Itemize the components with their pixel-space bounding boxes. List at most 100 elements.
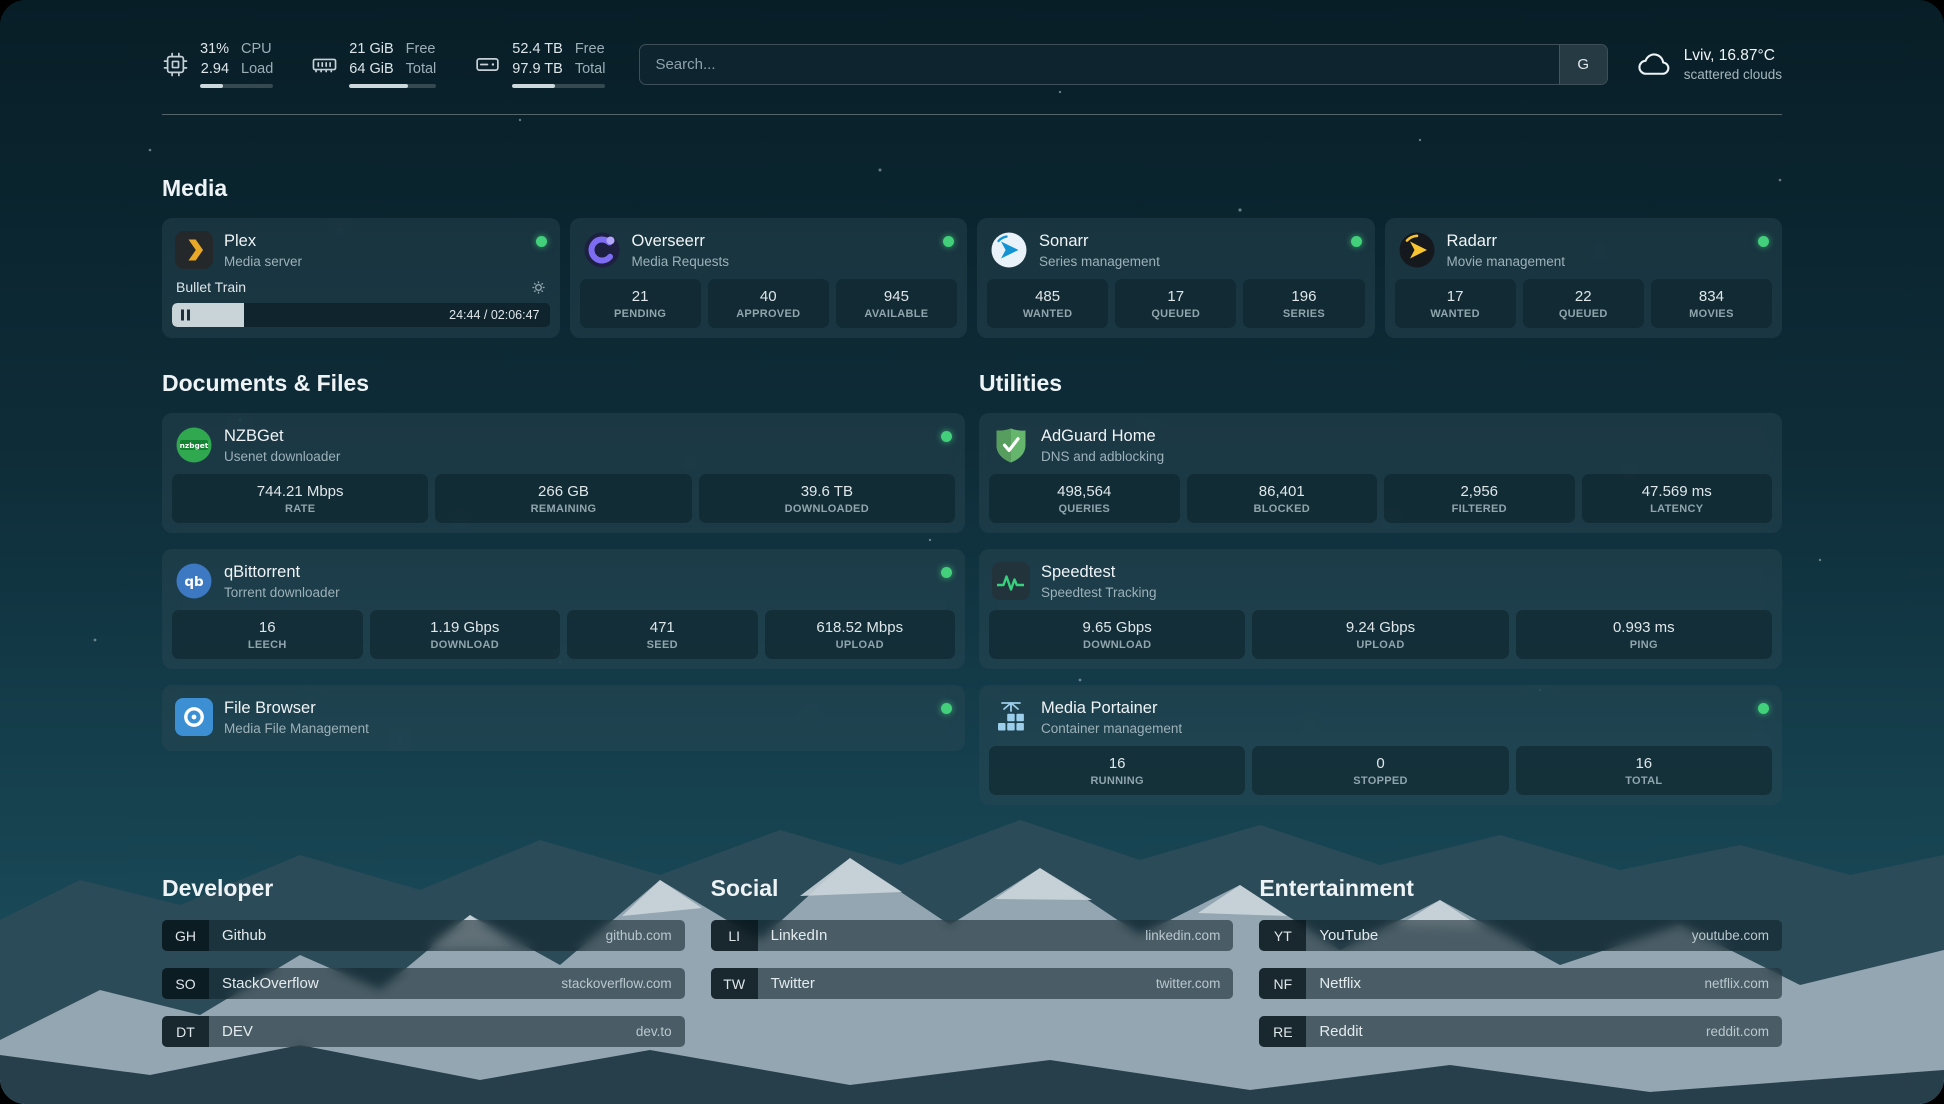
section-title-social: Social <box>711 875 1234 902</box>
pause-button[interactable] <box>181 310 190 321</box>
stat-queued: 17 QUEUED <box>1115 279 1236 328</box>
section-title-documents: Documents & Files <box>162 370 965 397</box>
service-header: Speedtest Speedtest Tracking <box>989 559 1772 610</box>
status-dot <box>941 431 952 442</box>
plex-icon <box>175 231 213 269</box>
stat-label: PENDING <box>582 308 699 320</box>
stat-value: 485 <box>989 288 1106 305</box>
section-title-entertainment: Entertainment <box>1259 875 1782 902</box>
disk-icon <box>474 51 501 78</box>
service-card-sonarr[interactable]: Sonarr Series management 485 WANTED 17 Q… <box>977 218 1375 338</box>
memory-free-label: Free <box>406 40 437 60</box>
stat-value: 2,956 <box>1386 483 1573 500</box>
dashboard-screen: 31% 2.94 CPU Load <box>0 0 1944 1104</box>
stat-pending: 21 PENDING <box>580 279 701 328</box>
bookmark-stackoverflow[interactable]: SO StackOverflow stackoverflow.com <box>162 968 685 999</box>
stat-value: 744.21 Mbps <box>174 483 426 500</box>
utilities-section: Utilities AdGuard Home DNS and adblockin… <box>979 338 1782 805</box>
service-text: Radarr Movie management <box>1447 231 1566 269</box>
overseerr-icon <box>583 231 621 269</box>
service-card-portainer[interactable]: Media Portainer Container management 16 … <box>979 685 1782 805</box>
bookmark-domain: github.com <box>593 928 685 943</box>
service-name: qBittorrent <box>224 562 340 583</box>
service-name: AdGuard Home <box>1041 426 1164 447</box>
bookmarks-section: Developer GH Github github.com SO StackO… <box>162 875 1782 1047</box>
bookmark-domain: youtube.com <box>1679 928 1782 943</box>
stat-value: 471 <box>569 619 756 636</box>
service-name: Sonarr <box>1039 231 1160 252</box>
gear-icon[interactable] <box>531 280 546 295</box>
bookmark-netflix[interactable]: NF Netflix netflix.com <box>1259 968 1782 999</box>
stat-rate: 744.21 Mbps RATE <box>172 474 428 523</box>
bookmark-domain: stackoverflow.com <box>548 976 684 991</box>
service-card-plex[interactable]: Plex Media server Bullet Train 24:44 / 0 <box>162 218 560 338</box>
service-stats: 16 RUNNING 0 STOPPED 16 TOTAL <box>989 746 1772 795</box>
search-bar: G <box>639 44 1607 85</box>
service-stats: 9.65 Gbps DOWNLOAD 9.24 Gbps UPLOAD 0.99… <box>989 610 1772 659</box>
service-subtitle: Container management <box>1041 721 1182 736</box>
service-header: Overseerr Media Requests <box>580 228 958 279</box>
service-stats: 17 WANTED 22 QUEUED 834 MOVIES <box>1395 279 1773 328</box>
cpu-usage-label: CPU <box>241 40 273 60</box>
pause-icon <box>181 310 190 321</box>
stat-value: 498,564 <box>991 483 1178 500</box>
service-header: Sonarr Series management <box>987 228 1365 279</box>
stat-label: TOTAL <box>1518 775 1770 787</box>
cpu-widget: 31% 2.94 CPU Load <box>162 40 273 88</box>
bookmark-dev[interactable]: DT DEV dev.to <box>162 1016 685 1047</box>
service-name: Media Portainer <box>1041 698 1182 719</box>
service-subtitle: Media server <box>224 254 302 269</box>
stat-filtered: 2,956 FILTERED <box>1384 474 1575 523</box>
search-provider-button[interactable]: G <box>1559 45 1607 84</box>
middle-sections: Documents & Files nzbget NZBGet Usenet d… <box>162 338 1782 805</box>
portainer-icon <box>992 698 1030 736</box>
stat-leech: 16 LEECH <box>172 610 363 659</box>
stat-running: 16 RUNNING <box>989 746 1245 795</box>
svg-text:qb: qb <box>184 574 204 590</box>
service-card-nzbget[interactable]: nzbget NZBGet Usenet downloader 744.21 M… <box>162 413 965 533</box>
stat-value: 47.569 ms <box>1584 483 1771 500</box>
bookmark-linkedin[interactable]: LI LinkedIn linkedin.com <box>711 920 1234 951</box>
service-card-adguard[interactable]: AdGuard Home DNS and adblocking 498,564 … <box>979 413 1782 533</box>
stat-value: 16 <box>1518 755 1770 772</box>
bookmark-name: StackOverflow <box>209 975 548 992</box>
stat-label: QUEUED <box>1525 308 1642 320</box>
service-text: qBittorrent Torrent downloader <box>224 562 340 600</box>
qbittorrent-icon: qb <box>175 562 213 600</box>
service-card-radarr[interactable]: Radarr Movie management 17 WANTED 22 QUE… <box>1385 218 1783 338</box>
stat-value: 266 GB <box>437 483 689 500</box>
stat-queued: 22 QUEUED <box>1523 279 1644 328</box>
speedtest-icon <box>992 562 1030 600</box>
service-card-filebrowser[interactable]: File Browser Media File Management <box>162 685 965 751</box>
stat-blocked: 86,401 BLOCKED <box>1187 474 1378 523</box>
stat-value: 0 <box>1254 755 1506 772</box>
service-text: Plex Media server <box>224 231 302 269</box>
weather-condition: scattered clouds <box>1684 67 1782 82</box>
service-card-qbittorrent[interactable]: qb qBittorrent Torrent downloader 16 LEE… <box>162 549 965 669</box>
search-input[interactable] <box>640 45 1558 84</box>
radarr-icon <box>1398 231 1436 269</box>
weather-location: Lviv, 16.87°C <box>1684 46 1782 66</box>
stat-label: PING <box>1518 639 1770 651</box>
service-name: Overseerr <box>632 231 730 252</box>
bookmark-youtube[interactable]: YT YouTube youtube.com <box>1259 920 1782 951</box>
service-name: File Browser <box>224 698 369 719</box>
bookmark-name: YouTube <box>1306 927 1678 944</box>
service-stats: 744.21 Mbps RATE 266 GB REMAINING 39.6 T… <box>172 474 955 523</box>
service-card-speedtest[interactable]: Speedtest Speedtest Tracking 9.65 Gbps D… <box>979 549 1782 669</box>
stat-remaining: 266 GB REMAINING <box>435 474 691 523</box>
status-dot <box>943 236 954 247</box>
status-dot <box>1758 703 1769 714</box>
bookmark-reddit[interactable]: RE Reddit reddit.com <box>1259 1016 1782 1047</box>
status-dot <box>941 703 952 714</box>
service-card-overseerr[interactable]: Overseerr Media Requests 21 PENDING 40 A… <box>570 218 968 338</box>
cpu-readout: 31% 2.94 CPU Load <box>200 40 273 88</box>
bookmark-github[interactable]: GH Github github.com <box>162 920 685 951</box>
stat-value: 17 <box>1397 288 1514 305</box>
bookmark-twitter[interactable]: TW Twitter twitter.com <box>711 968 1234 999</box>
stat-value: 21 <box>582 288 699 305</box>
bookmark-name: Netflix <box>1306 975 1691 992</box>
stat-value: 196 <box>1245 288 1362 305</box>
service-text: NZBGet Usenet downloader <box>224 426 340 464</box>
service-name: Radarr <box>1447 231 1566 252</box>
